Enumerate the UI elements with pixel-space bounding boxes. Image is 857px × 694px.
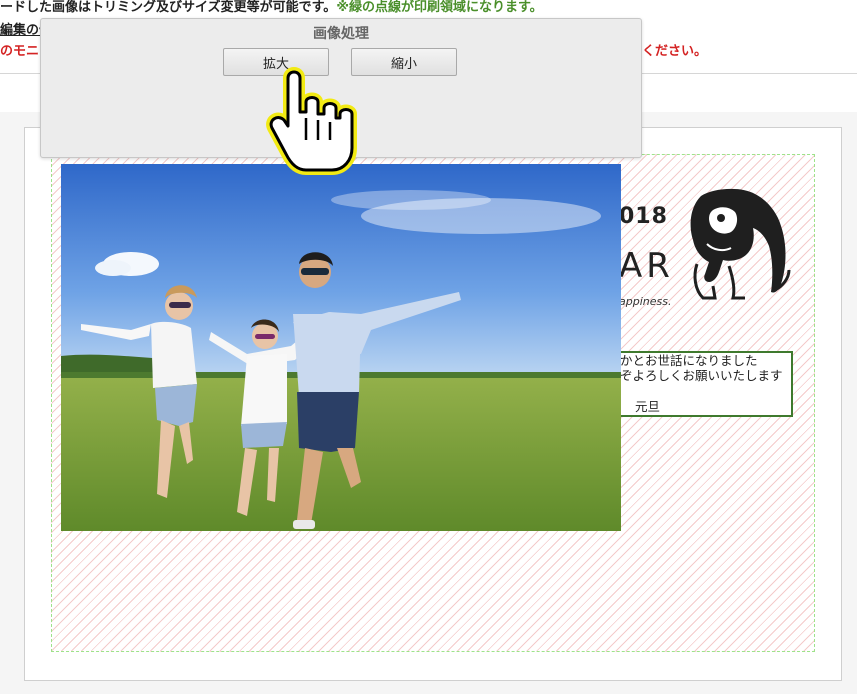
- dialog-title: 画像処理: [313, 26, 369, 42]
- bulldog-illustration: [690, 188, 791, 300]
- greeting-line-2: ぞよろしくお願いいたします: [620, 368, 783, 383]
- card-year-text: 018: [619, 204, 668, 229]
- notice-line-3-left: のモニ: [0, 44, 40, 59]
- card-ar-text: AR: [619, 246, 674, 286]
- greeting-line-1: かとお世話になりました: [620, 353, 758, 368]
- notice-text: ードした画像はトリミング及びサイズ変更等が可能です。: [0, 0, 337, 15]
- greeting-message-box[interactable]: かとお世話になりました ぞよろしくお願いいたします 元旦: [612, 351, 793, 417]
- greeting-line-3: 元旦: [635, 399, 661, 414]
- notice-line-1: ードした画像はトリミング及びサイズ変更等が可能です。※緑の点線が印刷領域になりま…: [0, 0, 857, 18]
- notice-line-3-right: ください。: [642, 44, 708, 59]
- print-area-notice: ※緑の点線が印刷領域になります。: [336, 0, 543, 15]
- uploaded-family-photo[interactable]: [61, 164, 621, 531]
- shrink-button[interactable]: 縮小: [351, 48, 457, 76]
- card-happiness-text: appiness.: [619, 295, 672, 308]
- hand-pointer-icon: [266, 67, 357, 175]
